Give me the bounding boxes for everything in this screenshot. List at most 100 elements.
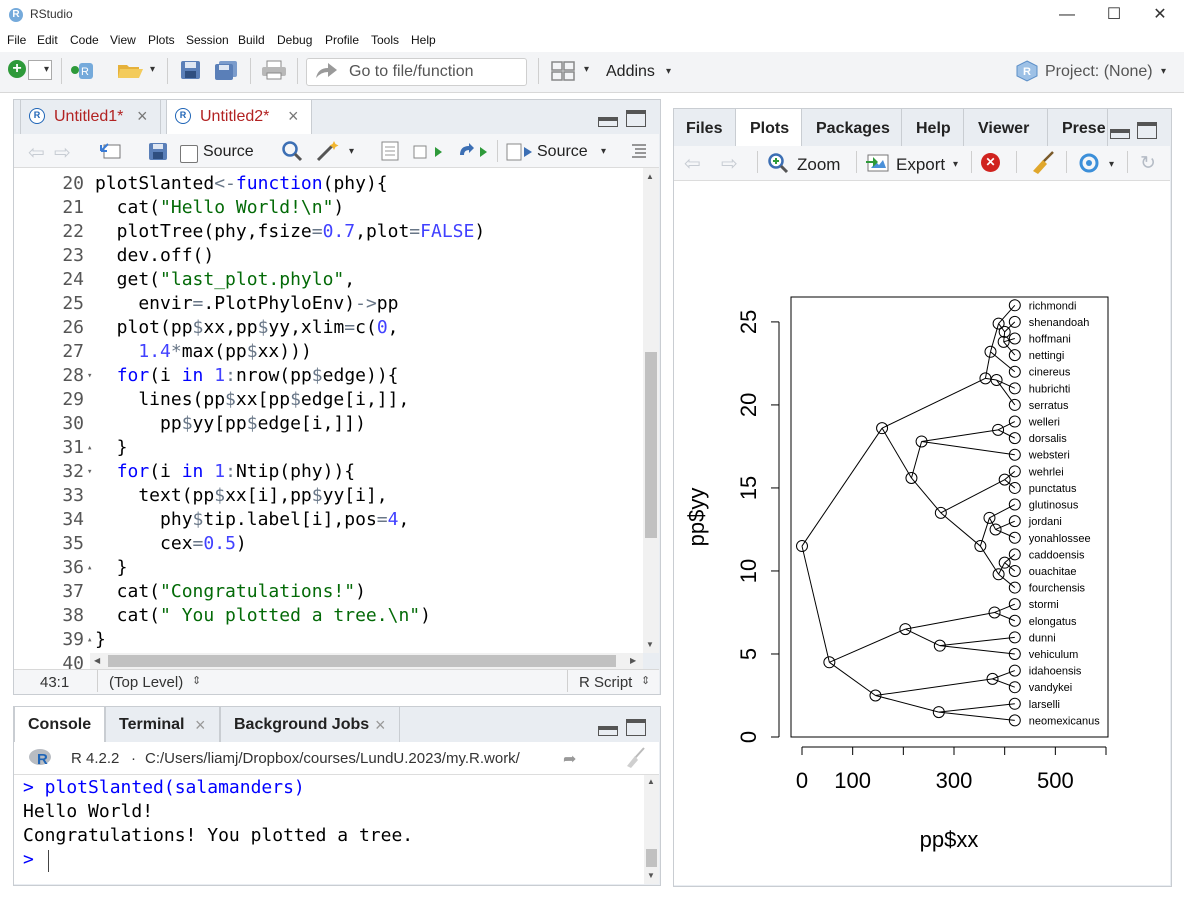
save-icon[interactable] [148,142,168,161]
close-tab-icon[interactable]: × [288,106,299,127]
console-output[interactable]: > plotSlanted(salamanders) Hello World! Co… [14,775,659,884]
source-on-save-checkbox[interactable] [180,145,198,163]
pane-layout-icon[interactable] [551,61,575,81]
remove-plot-icon[interactable]: ✕ [981,153,1000,172]
close-tab-icon[interactable]: × [137,106,148,127]
search-icon[interactable] [281,140,303,162]
tab-viewer[interactable]: Viewer [964,109,1048,146]
chevron-down-icon[interactable]: ▾ [584,64,589,75]
code-line[interactable]: 38 cat(" You plotted a tree.\n") [14,604,574,628]
minimize-pane-icon[interactable] [598,726,618,736]
code-line[interactable]: 36 ▴ } [14,556,574,580]
scroll-left-icon[interactable]: ◀ [94,656,100,665]
editor-horizontal-scrollbar[interactable]: ◀ ▶ [90,653,643,669]
maximize-pane-icon[interactable] [1137,122,1157,139]
console-scrollbar[interactable]: ▲ ▼ [644,775,659,884]
addins-menu[interactable]: Addins [606,63,655,81]
forward-icon[interactable]: ⇨ [54,140,71,165]
source-icon[interactable] [506,143,534,161]
menu-debug[interactable]: Debug [277,33,312,47]
code-line[interactable]: 31 ▴ } [14,436,574,460]
code-line[interactable]: 26 plot(pp$xx,pp$yy,xlim=c(0, [14,316,574,340]
go-to-directory-icon[interactable]: ➦ [563,749,576,769]
tab-files[interactable]: Files [674,109,736,146]
chevron-down-icon[interactable]: ▾ [953,159,958,170]
tab-packages[interactable]: Packages [802,109,902,146]
editor-vertical-scrollbar[interactable]: ▲ ▼ [643,168,659,653]
clear-plots-broom-icon[interactable] [1030,151,1056,175]
console-tab-background-jobs[interactable]: Background Jobs × [220,706,400,742]
minimize-pane-icon[interactable] [598,117,618,127]
run-line-icon[interactable] [413,143,443,161]
editor-hscroll-thumb[interactable] [108,655,616,667]
fold-toggle-icon[interactable]: ▴ [87,628,92,652]
print-icon[interactable] [261,60,287,80]
tab-help[interactable]: Help [902,109,964,146]
refresh-icon[interactable]: ↻ [1140,152,1156,175]
scope-selector[interactable]: (Top Level) [109,674,183,691]
save-all-icon[interactable] [214,60,240,80]
chevron-down-icon[interactable]: ▾ [349,146,354,157]
zoom-button[interactable]: Zoom [797,155,840,175]
filetype-selector[interactable]: R Script [579,674,632,691]
scroll-up-icon[interactable]: ▲ [646,172,654,181]
code-line[interactable]: 32 ▾ for(i in 1:Ntip(phy)){ [14,460,574,484]
minimize-pane-icon[interactable] [1110,129,1130,139]
code-tools-wand-icon[interactable] [316,140,340,162]
close-tab-icon[interactable]: × [375,715,386,736]
scroll-right-icon[interactable]: ▶ [630,656,636,665]
code-line[interactable]: 22 plotTree(phy,fsize=0.7,plot=FALSE) [14,220,574,244]
code-line[interactable]: 30 pp$yy[pp$edge[i,]]) [14,412,574,436]
code-line[interactable]: 34 phy$tip.label[i],pos=4, [14,508,574,532]
export-icon[interactable] [865,153,891,173]
tab-plots[interactable]: Plots [736,109,802,146]
source-button[interactable]: Source [537,143,588,161]
menu-help[interactable]: Help [411,33,436,47]
outline-icon[interactable] [630,142,648,158]
menu-profile[interactable]: Profile [325,33,359,47]
code-line[interactable]: 20 plotSlanted<-function(phy){ [14,172,574,196]
code-line[interactable]: 28 ▾ for(i in 1:nrow(pp$edge)){ [14,364,574,388]
menu-file[interactable]: File [7,33,26,47]
editor-tab-1[interactable]: R Untitled1* × [20,99,161,134]
console-scrollbar-thumb[interactable] [646,849,657,867]
fold-toggle-icon[interactable]: ▴ [87,556,92,580]
scroll-down-icon[interactable]: ▼ [647,871,655,880]
back-icon[interactable]: ⇦ [28,140,45,165]
new-file-icon[interactable]: + [8,60,26,78]
fold-toggle-icon[interactable]: ▴ [87,436,92,460]
zoom-icon[interactable] [767,152,789,174]
menu-tools[interactable]: Tools [371,33,399,47]
tab-prese[interactable]: Prese [1048,109,1108,146]
editor-scrollbar-thumb[interactable] [645,352,657,538]
code-line[interactable]: 23 dev.off() [14,244,574,268]
code-line[interactable]: 33 text(pp$xx[i],pp$yy[i], [14,484,574,508]
chevron-down-icon[interactable]: ▾ [1109,159,1114,170]
chevron-down-icon[interactable]: ▾ [150,64,155,75]
code-line[interactable]: 21 cat("Hello World!\n") [14,196,574,220]
code-line[interactable]: 35 cex=0.5) [14,532,574,556]
chevron-down-icon[interactable]: ▾ [44,64,49,75]
editor-tab-2[interactable]: R Untitled2* × [166,99,312,134]
code-line[interactable]: 29 lines(pp$xx[pp$edge[i,]], [14,388,574,412]
minimize-button[interactable]: — [1047,4,1087,26]
working-directory[interactable]: C:/Users/liamj/Dropbox/courses/LundU.202… [145,750,520,767]
scroll-up-icon[interactable]: ▲ [647,777,655,786]
code-line[interactable]: 37 cat("Congratulations!") [14,580,574,604]
menu-view[interactable]: View [110,33,136,47]
publish-icon[interactable] [1076,153,1102,173]
previous-plot-icon[interactable]: ⇦ [684,151,701,176]
fold-toggle-icon[interactable]: ▾ [87,460,92,484]
clear-console-broom-icon[interactable] [623,746,647,770]
menu-build[interactable]: Build [238,33,265,47]
close-window-button[interactable]: ✕ [1140,4,1180,26]
code-line[interactable]: 25 envir=.PlotPhyloEnv)->pp [14,292,574,316]
show-in-window-icon[interactable] [100,141,122,161]
save-icon[interactable] [180,60,202,80]
code-line[interactable]: 24 get("last_plot.phylo", [14,268,574,292]
close-tab-icon[interactable]: × [195,715,206,736]
code-line[interactable]: 27 1.4*max(pp$xx))) [14,340,574,364]
fold-toggle-icon[interactable]: ▾ [87,364,92,388]
menu-session[interactable]: Session [186,33,229,47]
code-editor[interactable]: 20 plotSlanted<-function(phy){21 cat("Hel… [14,168,643,669]
